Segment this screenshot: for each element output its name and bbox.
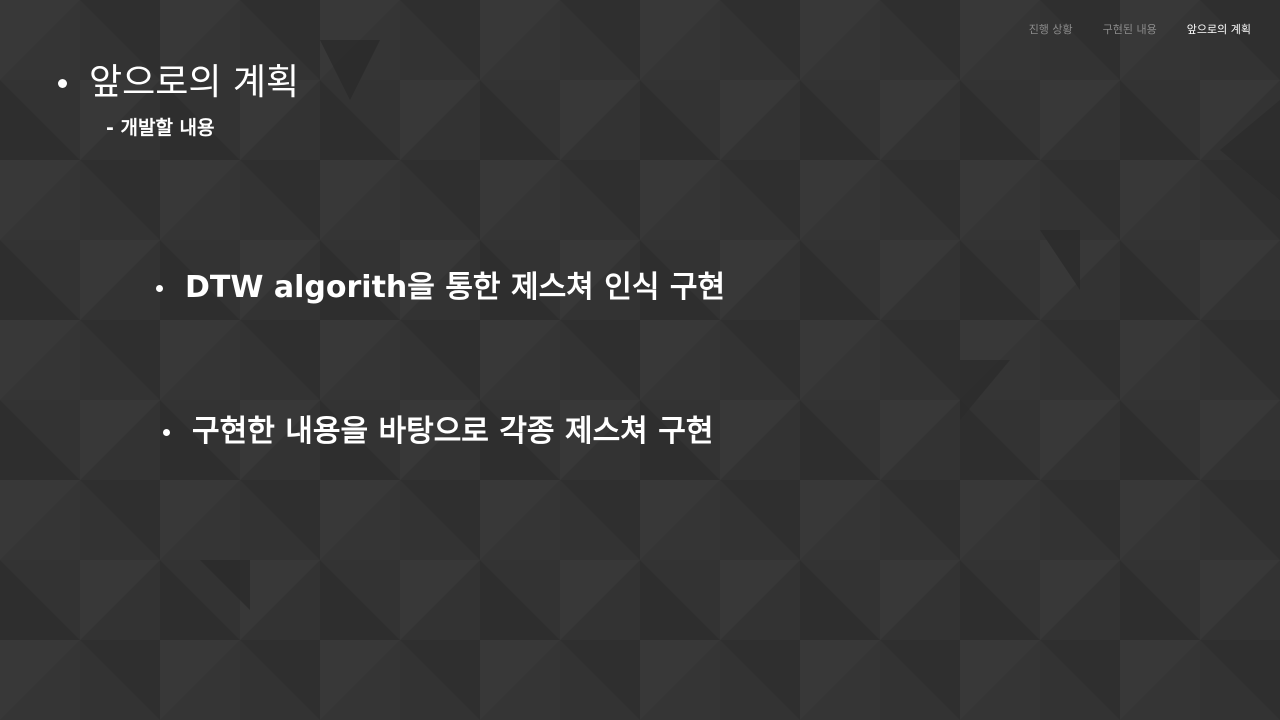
nav-item-future-plan[interactable]: 앞으로의 계획: [1187, 21, 1251, 37]
bullet-icon: [58, 78, 67, 88]
nav-item-implemented[interactable]: 구현된 내용: [1103, 21, 1157, 37]
list-item: 구현한 내용을 바탕으로 각종 제스쳐 구현: [163, 410, 713, 454]
list-item-text: 구현한 내용을 바탕으로 각종 제스쳐 구현: [192, 414, 714, 449]
slide-subtitle: - 개발할 내용: [106, 117, 215, 139]
background-pattern: [0, 0, 1280, 720]
section-nav: 진행 상황 구현된 내용 앞으로의 계획: [1029, 21, 1251, 37]
bullet-icon: [156, 284, 163, 292]
slide-title: 앞으로의 계획: [58, 58, 299, 108]
list-item-text: DTW algorith을 통한 제스쳐 인식 구현: [185, 270, 726, 305]
slide-title-text: 앞으로의 계획: [89, 62, 300, 103]
nav-item-progress[interactable]: 진행 상황: [1029, 21, 1073, 37]
list-item: DTW algorith을 통한 제스쳐 인식 구현: [156, 266, 725, 310]
bullet-icon: [163, 428, 170, 436]
